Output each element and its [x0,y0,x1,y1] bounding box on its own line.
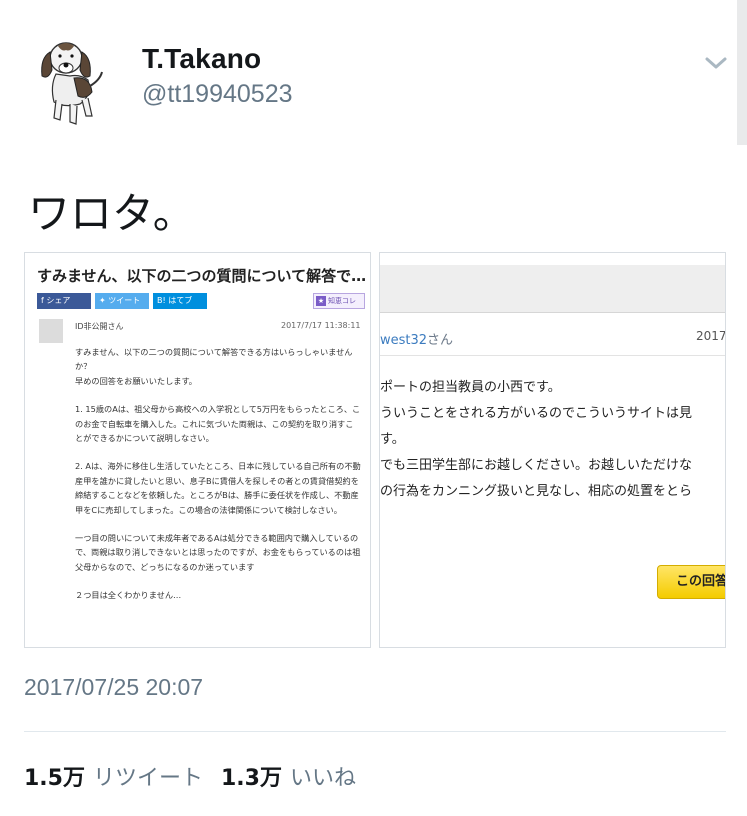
hatena-share-label: はてブ [168,296,193,305]
question-body: すみません、以下の二つの質問について解答できる方はいらっしゃいませんか？ 早めの… [75,345,361,603]
chie-badge-label: 知恵コレ [328,297,356,305]
like-label[interactable]: いいね [290,766,356,791]
answer-line: す。 [380,432,405,447]
answer-line: の行為をカンニング扱いと見なし、相応の処置をとら [380,484,693,499]
chevron-down-icon[interactable] [702,52,730,74]
question-line: 1. 15歳のAは、祖父母から高校への入学祝として5万円をもらったところ、このお… [75,404,361,444]
twitter-share-button: ✦ ツイート [95,293,149,309]
answer-line: でも三田学生部にお越しください。お越しいただけな [380,458,693,473]
hatena-icon: B! [157,296,169,305]
tweet-text: ワロタ。 [28,189,195,238]
question-title: すみません、以下の二つの質問について解答で… [37,267,367,285]
divider [380,355,725,356]
answer-date: 2017 [696,329,726,343]
tweet-header: T.Takano @tt19940523 [0,0,747,150]
twitter-bird-icon: ✦ [99,296,109,305]
retweet-count[interactable]: 1.5万 [24,766,85,791]
question-date: 2017/7/17 11:38:11 [281,321,361,330]
question-line: 2. Aは、海外に移住し生活していたところ、日本に残している自己所有の不動産甲を… [75,461,361,515]
question-line: すみません、以下の二つの質問について解答できる方はいらっしゃいませんか？ [75,347,353,372]
beagle-avatar-icon[interactable] [30,36,112,128]
answer-line: ういうことをされる方がいるのでこういうサイトは見 [380,406,693,421]
tweet-timestamp[interactable]: 2017/07/25 20:07 [24,674,203,701]
retweet-label[interactable]: リツイート [93,766,203,791]
like-count[interactable]: 1.3万 [221,766,282,791]
twitter-share-label: ツイート [108,296,141,305]
hatena-bookmark-button: B! はてブ [153,293,207,309]
star-icon: ★ [316,296,326,306]
answer-body: ポートの担当教員の小西です。 ういうことをされる方がいるのでこういうサイトは見 … [380,375,725,505]
answer-user: west32さん [380,329,453,348]
facebook-share-label: シェア [46,296,71,305]
question-line: 一つ目の問いについて未成年者であるAは処分できる範囲内で購入しているので、両親は… [75,533,361,572]
scrollbar[interactable] [737,0,747,145]
media-photo-right[interactable]: west32さん 2017 ポートの担当教員の小西です。 ういうことをされる方が… [379,252,726,648]
media-photo-left[interactable]: すみません、以下の二つの質問について解答で… f シェア ✦ ツイート B! は… [24,252,371,648]
question-user: ID非公開さん [75,322,124,331]
tweet-media: すみません、以下の二つの質問について解答で… f シェア ✦ ツイート B! は… [24,252,726,648]
divider [24,731,726,732]
answer-user-suffix: さん [427,333,454,348]
best-answer-button: この回答 [657,565,725,599]
question-line: ２つ目は全くわかりません… [75,590,182,601]
facebook-share-button: f シェア [37,293,91,309]
question-line: 早めの回答をお願いいたします。 [75,375,197,386]
anonymous-user-icon [39,319,63,343]
answer-user-name: west32 [380,333,428,348]
author-handle[interactable]: @tt19940523 [142,80,293,109]
answer-line: ポートの担当教員の小西です。 [380,380,561,395]
chie-collection-badge: ★ 知恵コレ [313,293,365,309]
author-display-name[interactable]: T.Takano [142,43,261,75]
page-header-bar [380,265,725,313]
tweet-stats: 1.5万 リツイート 1.3万 いいね [24,760,374,792]
